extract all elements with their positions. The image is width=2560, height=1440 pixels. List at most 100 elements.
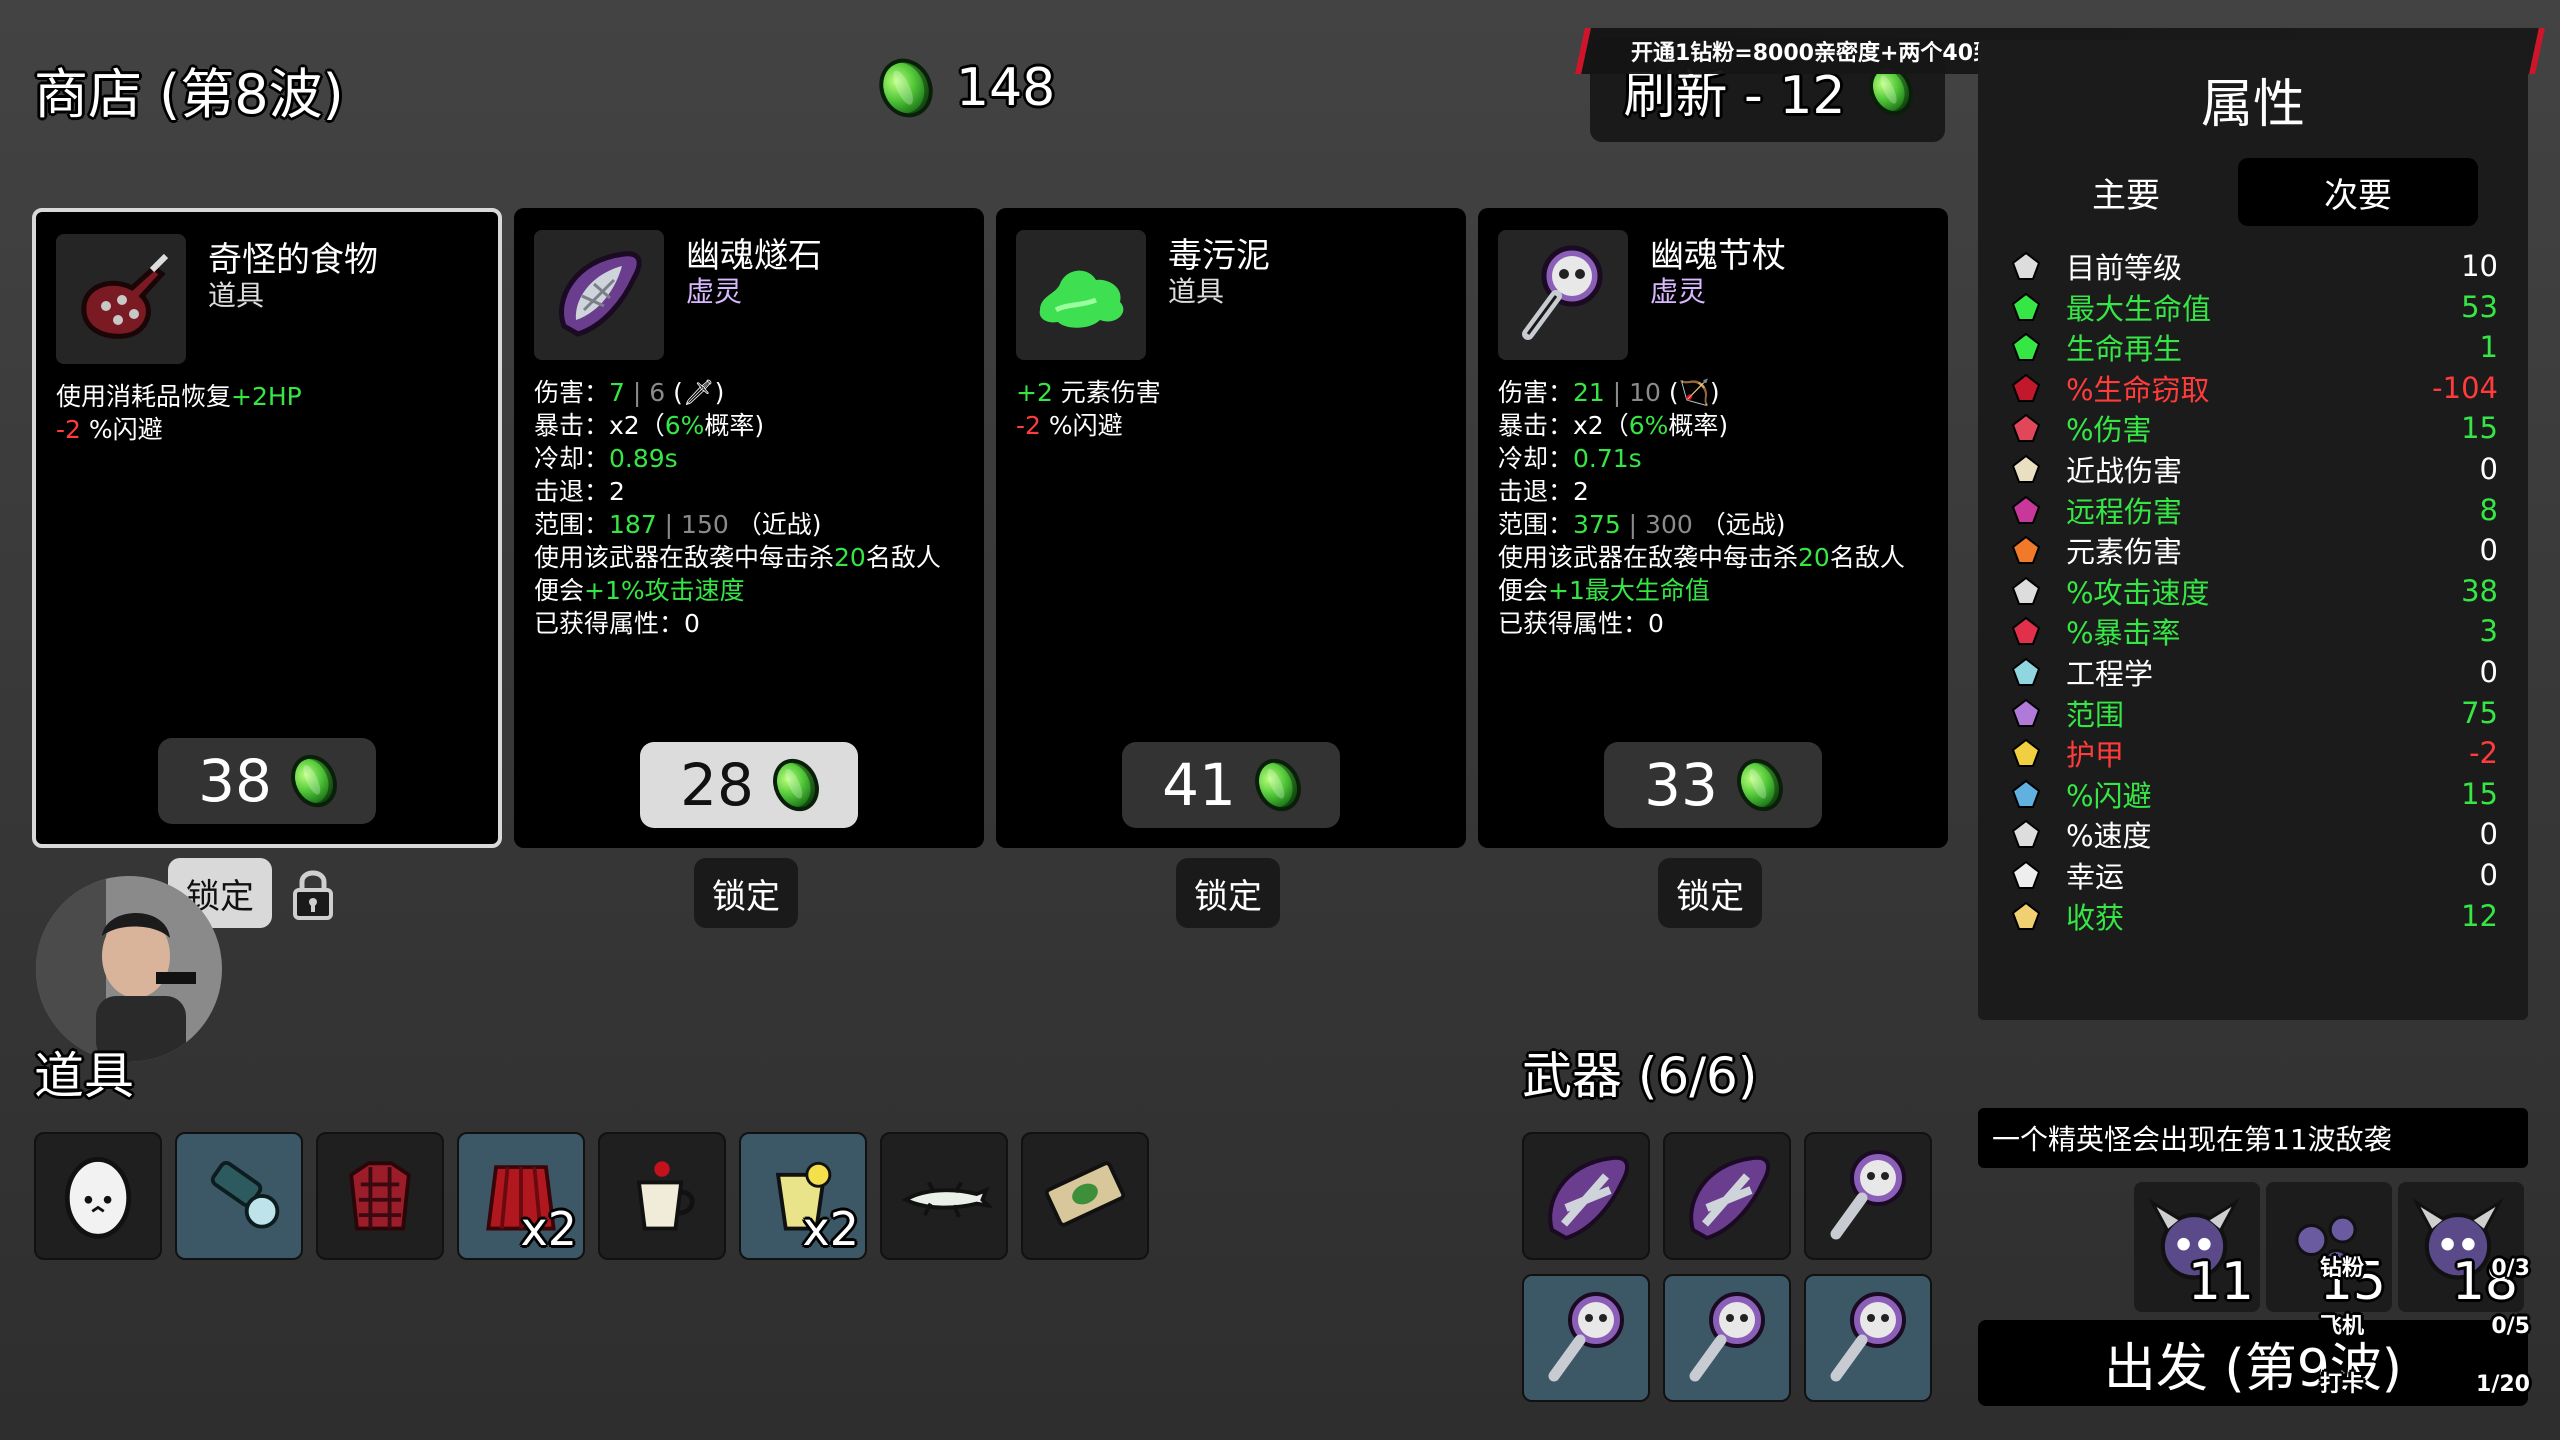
item-slot[interactable]: [175, 1132, 303, 1260]
enemy-preview: 11: [2134, 1182, 2260, 1312]
stat-row[interactable]: %攻击速度 38: [2008, 571, 2498, 611]
ghost-flint-icon: [1677, 1144, 1777, 1248]
desc-segment: 使用消耗品恢复: [56, 382, 232, 411]
desc-segment: 6%: [1628, 411, 1669, 440]
weapon-slot[interactable]: [1804, 1132, 1932, 1260]
desc-segment: +2: [1016, 378, 1053, 407]
stat-row[interactable]: 最大生命值 53: [2008, 287, 2498, 327]
desc-line: 击退：2: [534, 475, 970, 508]
ghost-flint-icon: [1536, 1144, 1636, 1248]
tab-secondary-stats[interactable]: 次要: [2238, 158, 2478, 226]
stat-value: -104: [2432, 370, 2498, 405]
buy-price-button[interactable]: 28: [640, 742, 858, 828]
card-description: +2 元素伤害 -2 %闪避: [1016, 376, 1452, 442]
item-slot[interactable]: [316, 1132, 444, 1260]
stream-goal-value: 0/5: [2491, 1314, 2530, 1339]
tab-primary-stats[interactable]: 主要: [2006, 158, 2246, 226]
item-slot[interactable]: [598, 1132, 726, 1260]
desc-segment: 7: [609, 378, 625, 407]
stat-row[interactable]: 工程学 0: [2008, 652, 2498, 692]
card-description: 使用消耗品恢复+2HP -2 %闪避: [56, 380, 484, 446]
item-slot[interactable]: [880, 1132, 1008, 1260]
weapon-slot[interactable]: [1663, 1132, 1791, 1260]
stat-row[interactable]: %闪避 15: [2008, 774, 2498, 814]
stat-row[interactable]: %伤害 15: [2008, 408, 2498, 448]
desc-segment: 便会: [534, 576, 585, 605]
weapon-slot[interactable]: [1804, 1274, 1932, 1402]
item-slot[interactable]: x2: [457, 1132, 585, 1260]
stat-row[interactable]: %生命窃取 -104: [2008, 368, 2498, 408]
material-coin-icon: [869, 49, 943, 127]
desc-segment: 元素伤害: [1052, 378, 1161, 407]
buy-price-button[interactable]: 33: [1604, 742, 1822, 828]
flame-icon: [2008, 532, 2044, 568]
heart-icon: [2008, 289, 2044, 325]
hourglass-icon: [2008, 573, 2044, 609]
elite-warning: 一个精英怪会出现在第11波敌袭: [1978, 1108, 2528, 1168]
stat-value: 8: [2479, 492, 2498, 527]
ghost-scepter-icon: [1536, 1286, 1636, 1390]
wrench-icon: [2008, 654, 2044, 690]
desc-segment: (: [673, 378, 683, 407]
stat-row[interactable]: 收获 12: [2008, 896, 2498, 936]
shop-title: 商店 (第8波): [34, 63, 344, 126]
stat-row[interactable]: %速度 0: [2008, 814, 2498, 854]
desc-segment: 187: [609, 510, 657, 539]
lock-button-2[interactable]: 锁定: [694, 858, 798, 928]
desc-segment: 便会: [1498, 576, 1549, 605]
desc-segment: 暴击：x2（: [534, 411, 665, 440]
shop-card-2[interactable]: 幽魂燧石 虚灵 伤害：7 | 6 (🗡) 暴击：x2（6%概率) 冷却：0.89s 击…: [514, 208, 984, 848]
weapon-slot[interactable]: [1522, 1132, 1650, 1260]
buy-price-button[interactable]: 41: [1122, 742, 1340, 828]
shop-card-3[interactable]: 毒污泥 道具 +2 元素伤害 -2 %闪避 41: [996, 208, 1466, 848]
stat-row[interactable]: 元素伤害 0: [2008, 530, 2498, 570]
item-slot[interactable]: [34, 1132, 162, 1260]
stat-row[interactable]: 范围 75: [2008, 693, 2498, 733]
shop-card-1[interactable]: 奇怪的食物 道具 使用消耗品恢复+2HP -2 %闪避 38: [32, 208, 502, 848]
item-slot[interactable]: [1021, 1132, 1149, 1260]
weapon-slot[interactable]: [1663, 1274, 1791, 1402]
desc-segment: （远战): [1700, 510, 1786, 539]
stat-label: %速度: [2066, 819, 2152, 854]
weapon-slot[interactable]: [1522, 1274, 1650, 1402]
streamer-webcam: [36, 876, 222, 1062]
stat-row[interactable]: 目前等级 10: [2008, 246, 2498, 286]
stat-row[interactable]: %暴击率 3: [2008, 611, 2498, 651]
lock-button-4[interactable]: 锁定: [1658, 858, 1762, 928]
desc-segment: 0.89s: [609, 444, 678, 473]
shop-card-4[interactable]: 幽魂节杖 虚灵 伤害：21 | 10 (🏹) 暴击：x2（6%概率) 冷却：0.71…: [1478, 208, 1948, 848]
price-value: 28: [680, 751, 754, 819]
desc-line: -2 %闪避: [56, 413, 484, 446]
desc-line: 击退：2: [1498, 475, 1934, 508]
lock-button-3[interactable]: 锁定: [1176, 858, 1280, 928]
desc-segment: %闪避: [80, 415, 163, 444]
desc-line: 伤害：21 | 10 (🏹): [1498, 376, 1934, 409]
desc-line: 暴击：x2（6%概率): [1498, 409, 1934, 442]
desc-segment: 暴击：x2（: [1498, 411, 1629, 440]
gold-display: 148: [869, 49, 1055, 127]
desc-line: 伤害：7 | 6 (🗡): [534, 376, 970, 409]
stream-goal-row: 打卡 1/20: [2320, 1356, 2530, 1414]
desc-segment: -2: [56, 415, 81, 444]
banknote-icon: [1037, 1146, 1133, 1246]
stat-row[interactable]: 生命再生 1: [2008, 327, 2498, 367]
desc-line: 使用该武器在敌袭中每击杀20名敌人: [1498, 541, 1934, 574]
stat-value: 75: [2461, 695, 2498, 730]
buy-price-button[interactable]: 38: [158, 738, 376, 824]
stat-row[interactable]: 近战伤害 0: [2008, 449, 2498, 489]
stat-row[interactable]: 幸运 0: [2008, 855, 2498, 895]
stat-label: %生命窃取: [2066, 372, 2210, 407]
stat-value: -2: [2469, 736, 2498, 771]
desc-segment: 概率): [1668, 411, 1729, 440]
enemy-count: 11: [2187, 1252, 2254, 1312]
stat-row[interactable]: 远程伤害 8: [2008, 490, 2498, 530]
stat-label: 收获: [2066, 900, 2125, 935]
desc-segment: 伤害：: [1498, 378, 1574, 407]
item-slot[interactable]: x2: [739, 1132, 867, 1260]
desc-line: 使用该武器在敌袭中每击杀20名敌人: [534, 541, 970, 574]
desc-segment: 使用该武器在敌袭中每击杀: [534, 543, 835, 572]
desc-segment: -2: [1016, 411, 1041, 440]
desc-line: +2 元素伤害: [1016, 376, 1452, 409]
stat-row[interactable]: 护甲 -2: [2008, 733, 2498, 773]
price-value: 38: [198, 747, 272, 815]
